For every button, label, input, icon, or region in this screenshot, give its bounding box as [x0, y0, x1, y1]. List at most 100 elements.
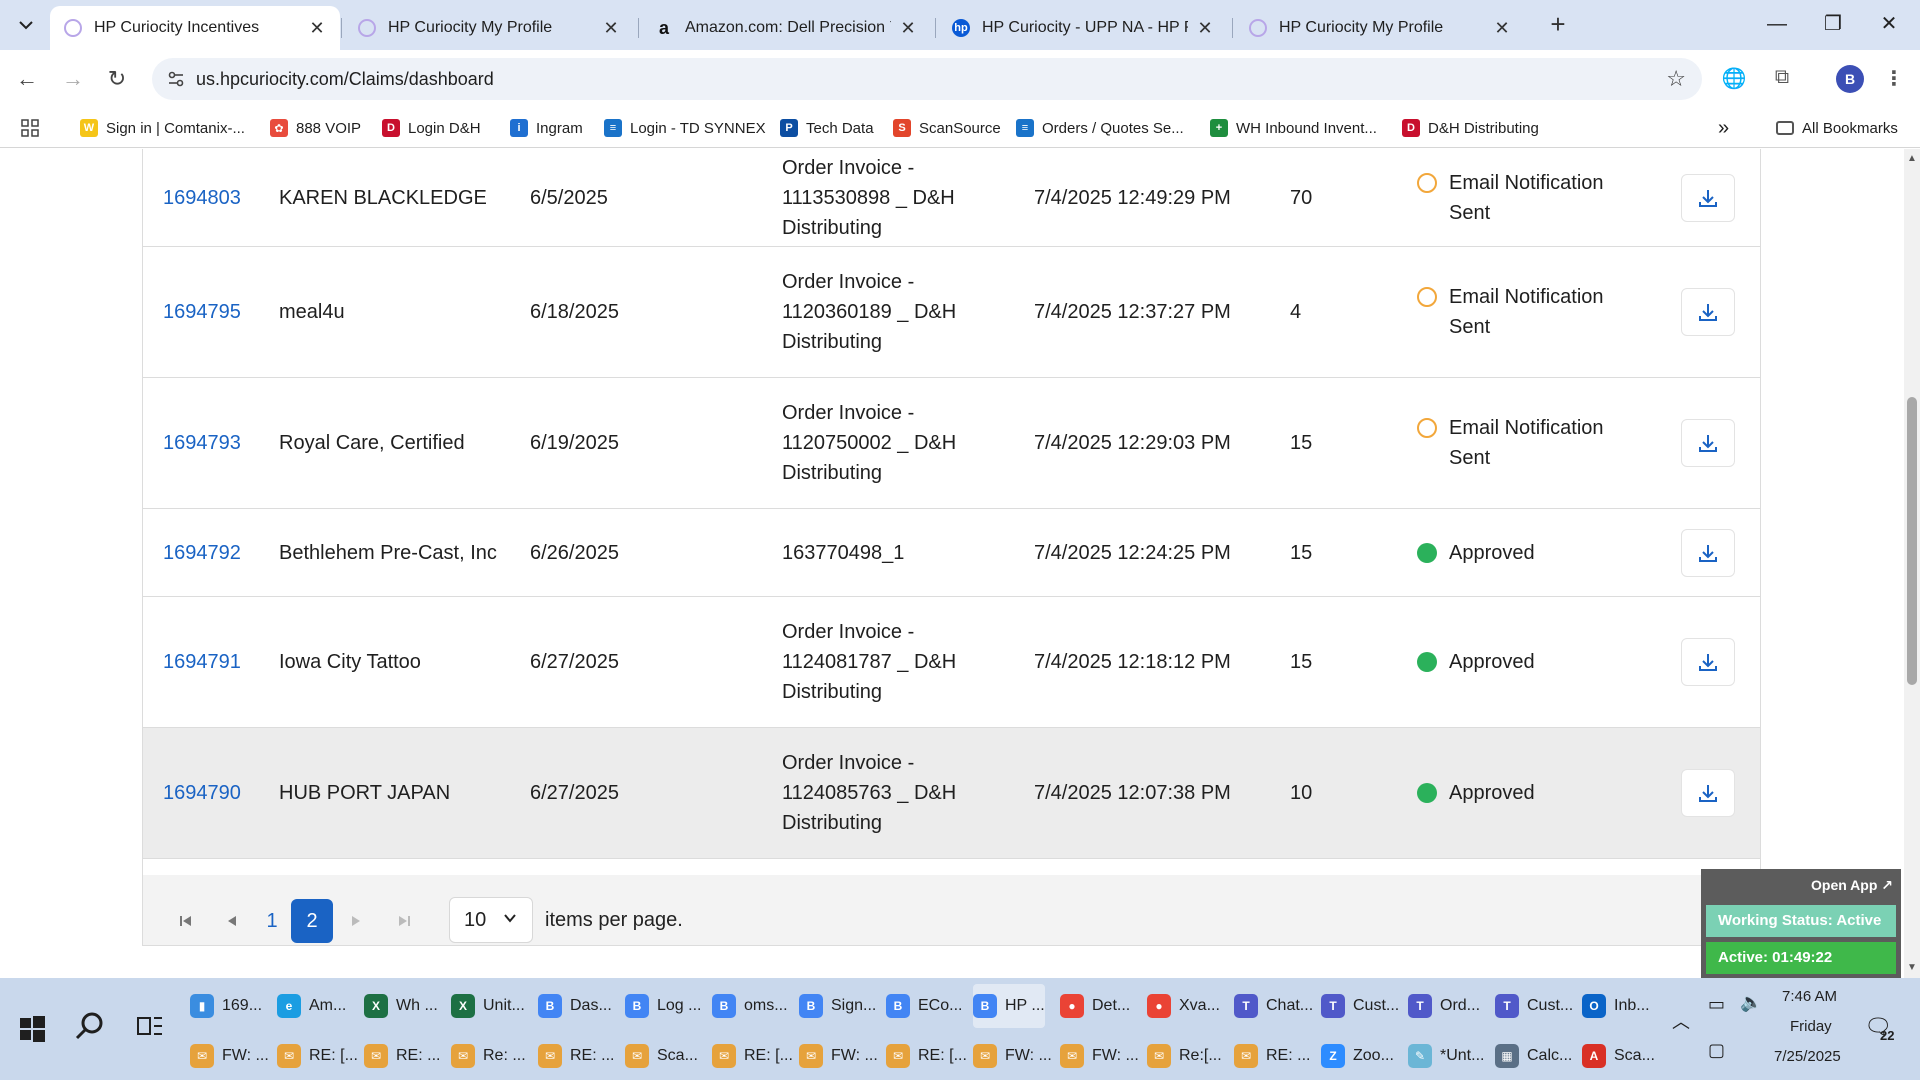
taskbar-app-button[interactable]: T Chat... — [1234, 984, 1313, 1028]
taskbar-app-button[interactable]: ✉ RE: [... — [712, 1034, 793, 1078]
taskbar-app-button[interactable]: ▮ 169... — [190, 984, 262, 1028]
scrollbar-thumb[interactable] — [1907, 397, 1917, 685]
show-hidden-icons-chevron[interactable]: ︿ — [1672, 1008, 1690, 1034]
claim-id-link[interactable]: 1694803 — [163, 183, 241, 213]
new-tab-button[interactable]: + — [1543, 10, 1573, 40]
volume-icon[interactable]: 🔈 — [1740, 992, 1762, 1013]
download-button[interactable] — [1681, 769, 1735, 817]
bookmark-star-icon[interactable]: ☆ — [1666, 66, 1686, 92]
taskbar-app-button[interactable]: ✉ RE: [... — [886, 1034, 967, 1078]
open-app-link[interactable]: Open App ↗ — [1811, 877, 1893, 894]
minimize-button[interactable]: — — [1752, 8, 1802, 40]
taskbar-app-button[interactable]: T Ord... — [1408, 984, 1480, 1028]
items-per-page-select[interactable]: 10 — [449, 897, 533, 943]
download-button[interactable] — [1681, 638, 1735, 686]
close-tab-icon[interactable]: ✕ — [1493, 18, 1511, 39]
clock-time[interactable]: 7:46 AM — [1782, 988, 1837, 1005]
taskbar-app-button[interactable]: B HP ... — [973, 984, 1045, 1028]
url-text[interactable]: us.hpcuriocity.com/Claims/dashboard — [196, 69, 494, 90]
bookmark-item[interactable]: ≡ Login - TD SYNNEX — [604, 116, 766, 140]
taskbar-app-button[interactable]: B ECo... — [886, 984, 962, 1028]
working-status[interactable]: Working Status: Active — [1706, 905, 1896, 937]
close-tab-icon[interactable]: ✕ — [1196, 18, 1214, 39]
taskbar-app-button[interactable]: ✉ FW: ... — [1060, 1034, 1139, 1078]
taskbar-app-button[interactable]: ✉ FW: ... — [799, 1034, 878, 1078]
windows-start-icon[interactable] — [12, 1008, 52, 1048]
download-button[interactable] — [1681, 173, 1735, 222]
taskbar-app-button[interactable]: ✉ Re: ... — [451, 1034, 526, 1078]
scroll-up-arrow-icon[interactable]: ▲ — [1906, 153, 1918, 165]
search-icon[interactable] — [70, 1006, 110, 1046]
bookmark-item[interactable]: + WH Inbound Invent... — [1210, 116, 1377, 140]
taskbar-app-button[interactable]: ✉ FW: ... — [190, 1034, 269, 1078]
first-page-button[interactable] — [171, 899, 201, 943]
taskbar-app-button[interactable]: ✉ FW: ... — [973, 1034, 1052, 1078]
clock-day[interactable]: Friday — [1790, 1018, 1832, 1035]
all-bookmarks-folder[interactable]: All Bookmarks — [1776, 116, 1898, 140]
browser-tab-4[interactable]: hp HP Curiocity - UPP NA - HP Par ✕ — [938, 6, 1228, 50]
taskbar-app-button[interactable]: ● Xva... — [1147, 984, 1220, 1028]
site-info-icon[interactable] — [166, 69, 186, 89]
last-page-button[interactable] — [389, 899, 419, 943]
close-tab-icon[interactable]: ✕ — [308, 18, 326, 39]
taskbar-app-button[interactable]: ✉ Sca... — [625, 1034, 698, 1078]
address-bar[interactable]: us.hpcuriocity.com/Claims/dashboard ☆ — [152, 58, 1702, 100]
taskbar-app-button[interactable]: T Cust... — [1321, 984, 1399, 1028]
globe-extension-icon[interactable]: 🌐 — [1720, 66, 1748, 94]
claim-id-link[interactable]: 1694791 — [163, 647, 241, 677]
bookmark-item[interactable]: D D&H Distributing — [1402, 116, 1539, 140]
close-tab-icon[interactable]: ✕ — [602, 18, 620, 39]
bookmark-item[interactable]: W Sign in | Comtanix-... — [80, 116, 245, 140]
back-button[interactable]: ← — [10, 62, 44, 96]
claim-id-link[interactable]: 1694792 — [163, 538, 241, 568]
taskbar-app-button[interactable]: ✉ Re:[... — [1147, 1034, 1222, 1078]
close-window-button[interactable]: ✕ — [1864, 8, 1914, 40]
page-scrollbar[interactable]: ▲ ▼ — [1904, 149, 1920, 978]
taskbar-app-button[interactable]: B Das... — [538, 984, 612, 1028]
browser-tab-5[interactable]: HP Curiocity My Profile ✕ — [1235, 6, 1525, 50]
bookmark-item[interactable]: ✿ 888 VOIP — [270, 116, 361, 140]
taskbar-app-button[interactable]: B Sign... — [799, 984, 876, 1028]
reload-button[interactable]: ↻ — [100, 62, 134, 96]
taskbar-app-button[interactable]: ✉ RE: ... — [1234, 1034, 1310, 1078]
desktop-icon[interactable]: ▢ — [1708, 1040, 1725, 1061]
close-tab-icon[interactable]: ✕ — [899, 18, 917, 39]
taskbar-app-button[interactable]: ✉ RE: ... — [364, 1034, 440, 1078]
download-button[interactable] — [1681, 419, 1735, 467]
taskbar-app-button[interactable]: A Sca... — [1582, 1034, 1655, 1078]
browser-tab-2[interactable]: HP Curiocity My Profile ✕ — [344, 6, 634, 50]
profile-avatar[interactable]: B — [1836, 65, 1864, 93]
page-2-current[interactable]: 2 — [291, 899, 333, 943]
claim-id-link[interactable]: 1694795 — [163, 297, 241, 327]
extensions-icon[interactable]: ⧉ — [1768, 66, 1796, 94]
device-icon[interactable]: ▭ — [1708, 994, 1725, 1015]
taskbar-app-button[interactable]: ▦ Calc... — [1495, 1034, 1572, 1078]
taskbar-app-button[interactable]: T Cust... — [1495, 984, 1573, 1028]
bookmark-item[interactable]: P Tech Data — [780, 116, 874, 140]
download-button[interactable] — [1681, 528, 1735, 577]
next-page-button[interactable] — [341, 899, 371, 943]
claim-id-link[interactable]: 1694790 — [163, 778, 241, 808]
taskbar-app-button[interactable]: e Am... — [277, 984, 346, 1028]
taskbar-app-button[interactable]: ✉ RE: [... — [277, 1034, 358, 1078]
scroll-down-arrow-icon[interactable]: ▼ — [1906, 962, 1918, 974]
previous-page-button[interactable] — [217, 899, 247, 943]
task-view-icon[interactable] — [130, 1006, 170, 1046]
browser-menu-icon[interactable]: ⋮ — [1880, 66, 1908, 94]
bookmark-item[interactable]: i Ingram — [510, 116, 583, 140]
taskbar-app-button[interactable]: ✎ *Unt... — [1408, 1034, 1484, 1078]
taskbar-app-button[interactable]: X Unit... — [451, 984, 525, 1028]
page-1-link[interactable]: 1 — [257, 899, 287, 943]
forward-button[interactable]: → — [56, 62, 90, 96]
taskbar-app-button[interactable]: B Log ... — [625, 984, 701, 1028]
bookmark-item[interactable]: S ScanSource — [893, 116, 1001, 140]
apps-grid-icon[interactable] — [20, 116, 40, 140]
clock-date[interactable]: 7/25/2025 — [1774, 1048, 1841, 1065]
tab-search-button[interactable] — [10, 10, 42, 40]
download-button[interactable] — [1681, 288, 1735, 336]
bookmark-item[interactable]: D Login D&H — [382, 116, 481, 140]
taskbar-app-button[interactable]: X Wh ... — [364, 984, 438, 1028]
taskbar-app-button[interactable]: ● Det... — [1060, 984, 1130, 1028]
taskbar-app-button[interactable]: Boms... — [712, 984, 788, 1028]
taskbar-app-button[interactable]: Z Zoo... — [1321, 1034, 1394, 1078]
